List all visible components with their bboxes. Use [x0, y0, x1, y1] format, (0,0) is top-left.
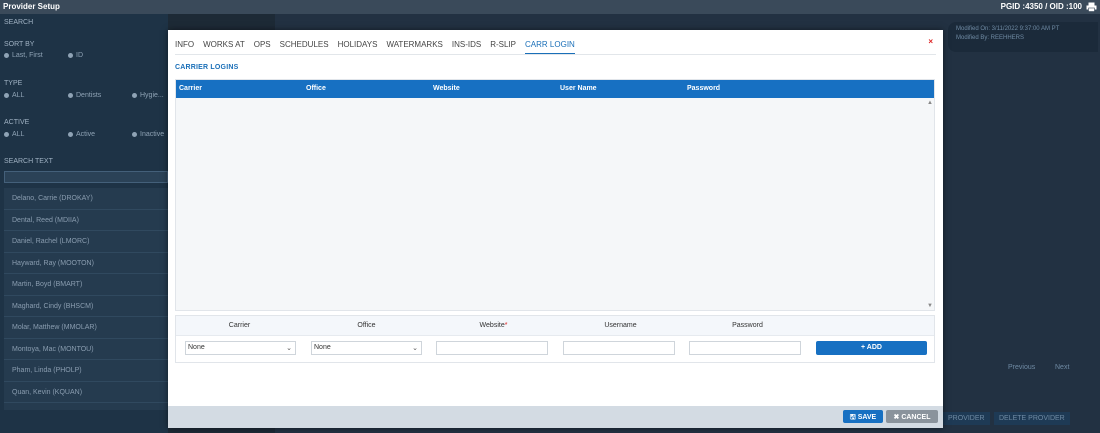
active-option-active[interactable]: Active [68, 131, 95, 138]
required-marker: * [504, 322, 508, 329]
sort-option-last-first[interactable]: Last, First [4, 52, 43, 59]
tab-ops[interactable]: OPS [254, 40, 271, 54]
modified-info: Modified On: 3/11/2022 9:37:00 AM PT Mod… [948, 22, 1098, 52]
search-text-input[interactable] [4, 171, 168, 183]
website-input[interactable] [436, 341, 548, 355]
add-header-website-text: Website [479, 322, 505, 329]
add-form-inputs: None ⌄ None ⌄ + ADD [176, 336, 934, 364]
tab-works-at[interactable]: WORKS AT [203, 40, 245, 54]
grid-header: Carrier Office Website User Name Passwor… [176, 80, 934, 98]
type-option-all[interactable]: ALL [4, 92, 24, 99]
provider-list: Delano, Carrie (DROKAY) Dental, Reed (MD… [4, 188, 168, 410]
column-header-password[interactable]: Password [684, 80, 811, 98]
list-item[interactable]: Maghard, Cindy (BHSCM) [4, 296, 168, 317]
delete-provider-button[interactable]: DELETE PROVIDER [994, 412, 1070, 425]
carrier-logins-grid: Carrier Office Website User Name Passwor… [175, 79, 935, 311]
background-provider-button[interactable]: PROVIDER [943, 412, 990, 425]
add-header-username: Username [604, 322, 637, 329]
add-header-password: Password [732, 322, 763, 329]
list-item[interactable]: Montoya, Mac (MONTOU) [4, 339, 168, 360]
tab-holidays[interactable]: HOLIDAYS [338, 40, 378, 54]
scroll-down-icon[interactable]: ▼ [927, 303, 933, 309]
tab-carr-login[interactable]: CARR LOGIN [525, 40, 575, 54]
section-title: CARRIER LOGINS [175, 64, 239, 71]
tab-watermarks[interactable]: WATERMARKS [386, 40, 442, 54]
column-header-carrier[interactable]: Carrier [176, 80, 303, 98]
chevron-down-icon: ⌄ [286, 345, 292, 352]
modified-on-text: Modified On: 3/11/2022 9:37:00 AM PT [956, 26, 1060, 32]
add-carrier-login-form: Carrier Office Website* Username Passwor… [175, 315, 935, 363]
office-select[interactable]: None ⌄ [311, 341, 422, 355]
save-button-label: SAVE [857, 414, 877, 421]
active-option-all[interactable]: ALL [4, 131, 24, 138]
add-header-carrier: Carrier [228, 322, 251, 329]
add-header-office: Office [357, 322, 376, 329]
active-label: ACTIVE [4, 119, 30, 126]
list-item[interactable]: Molar, Matthew (MMOLAR) [4, 317, 168, 339]
next-page-link[interactable]: Next [1055, 364, 1069, 371]
list-item[interactable]: Delano, Carrie (DROKAY) [4, 188, 168, 210]
list-item[interactable]: Daniel, Rachel (LMORC) [4, 231, 168, 253]
type-label: TYPE [4, 80, 23, 87]
list-item[interactable]: Hayward, Ray (MOOTON) [4, 253, 168, 274]
column-header-website[interactable]: Website [430, 80, 557, 98]
column-header-user-name[interactable]: User Name [557, 80, 684, 98]
list-item[interactable]: Quan, Kevin (KQUAN) [4, 382, 168, 403]
search-text-label: SEARCH TEXT [4, 158, 53, 165]
app-header-bar: Provider Setup PGID :4350 / OID :100 [0, 0, 1100, 14]
app-title: Provider Setup [3, 2, 60, 11]
tab-info[interactable]: INFO [175, 40, 194, 54]
modal-footer: 🖫 SAVE ✖ CANCEL [168, 406, 943, 428]
tab-schedules[interactable]: SCHEDULES [280, 40, 329, 54]
sort-by-label: SORT BY [4, 41, 35, 48]
modal-tabs: INFO WORKS AT OPS SCHEDULES HOLIDAYS WAT… [175, 40, 584, 54]
active-option-inactive[interactable]: Inactive [132, 131, 164, 138]
column-header-office[interactable]: Office [303, 80, 430, 98]
type-option-dentists[interactable]: Dentists [68, 92, 101, 99]
printer-icon[interactable] [1086, 2, 1097, 12]
save-icon: 🖫 [849, 414, 858, 421]
tab-ins-ids[interactable]: INS-IDS [452, 40, 481, 54]
carrier-select-value: None [188, 344, 205, 351]
add-button[interactable]: + ADD [816, 341, 927, 355]
add-header-website: Website* [430, 316, 557, 335]
carrier-select[interactable]: None ⌄ [185, 341, 296, 355]
provider-filter-panel: SEARCH SORT BY Last, First ID TYPE ALL D… [0, 14, 168, 433]
type-option-hygienists[interactable]: Hygie... [132, 92, 164, 99]
carrier-login-modal: × INFO WORKS AT OPS SCHEDULES HOLIDAYS W… [168, 30, 943, 428]
previous-page-link[interactable]: Previous [1008, 364, 1035, 371]
list-item[interactable]: Pham, Linda (PHOLP) [4, 360, 168, 382]
grid-scrollbar[interactable]: ▲ ▼ [926, 98, 934, 311]
tabs-divider [175, 54, 936, 55]
list-item[interactable]: Martin, Boyd (BMART) [4, 274, 168, 296]
list-item[interactable]: Dental, Reed (MDIIA) [4, 210, 168, 231]
username-input[interactable] [563, 341, 675, 355]
tab-r-slip[interactable]: R-SLIP [490, 40, 516, 54]
close-icon[interactable]: × [928, 37, 933, 46]
cancel-button-label: CANCEL [901, 414, 931, 421]
password-input[interactable] [689, 341, 801, 355]
save-button[interactable]: 🖫 SAVE [843, 410, 883, 423]
scroll-up-icon[interactable]: ▲ [927, 100, 933, 106]
search-heading: SEARCH [4, 19, 34, 26]
chevron-down-icon: ⌄ [412, 345, 418, 352]
org-ids: PGID :4350 / OID :100 [1000, 2, 1082, 11]
modified-by-text: Modified By: REEHHERS [956, 35, 1025, 41]
add-form-header: Carrier Office Website* Username Passwor… [176, 316, 934, 336]
sort-option-id[interactable]: ID [68, 52, 83, 59]
office-select-value: None [314, 344, 331, 351]
cancel-button[interactable]: ✖ CANCEL [886, 410, 938, 423]
